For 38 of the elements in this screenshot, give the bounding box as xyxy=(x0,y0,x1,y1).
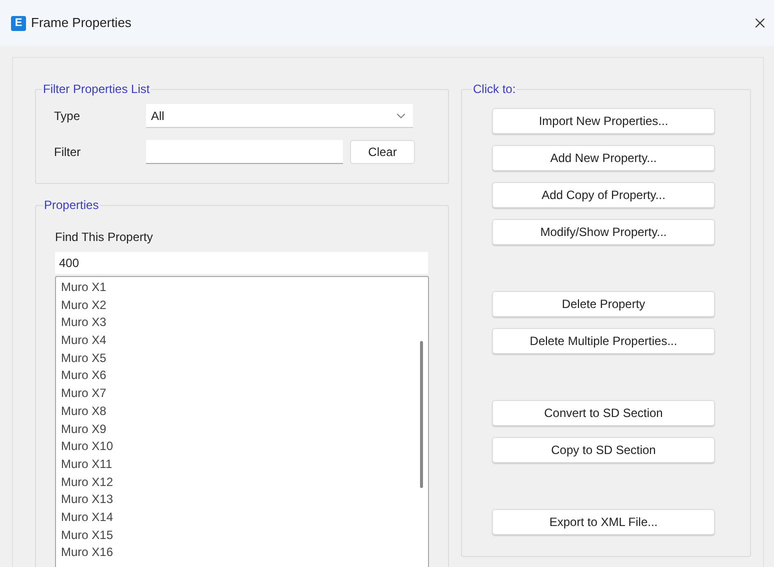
scrollbar-thumb[interactable] xyxy=(420,341,422,488)
clear-button[interactable]: Clear xyxy=(350,140,415,164)
find-label: Find This Property xyxy=(55,229,154,246)
list-item[interactable]: Muro X3 xyxy=(61,314,414,332)
list-item[interactable]: Muro X15 xyxy=(61,526,414,544)
action-button[interactable]: Delete Multiple Properties... xyxy=(492,328,715,354)
group-title: Click to: xyxy=(472,81,517,98)
list-item[interactable]: Muro X1 xyxy=(61,279,414,297)
list-item[interactable]: Muro X13 xyxy=(61,491,414,509)
find-field[interactable]: 400 xyxy=(55,252,428,274)
list-item[interactable]: Muro X11 xyxy=(61,456,414,474)
action-button[interactable]: Convert to SD Section xyxy=(492,400,715,426)
action-button[interactable]: Add New Property... xyxy=(492,145,715,171)
action-button[interactable]: Modify/Show Property... xyxy=(492,219,715,245)
list-item[interactable]: Muro X7 xyxy=(61,385,414,403)
list-item[interactable]: Muro X2 xyxy=(61,296,414,314)
action-button[interactable]: Export to XML File... xyxy=(492,509,715,535)
list-item[interactable]: Muro X10 xyxy=(61,438,414,456)
list-item[interactable]: Muro X9 xyxy=(61,420,414,438)
list-item[interactable]: Muro X6 xyxy=(61,367,414,386)
app-logo: E xyxy=(11,16,26,30)
action-button[interactable]: Delete Property xyxy=(492,291,715,317)
action-button[interactable]: Import New Properties... xyxy=(492,108,715,134)
list-item[interactable]: Muro X5 xyxy=(61,350,414,368)
type-label: Type xyxy=(54,108,82,125)
type-dropdown[interactable]: All xyxy=(146,104,413,128)
list-item[interactable]: Muro X16 xyxy=(61,544,414,562)
filter-label: Filter xyxy=(54,144,82,161)
list-item[interactable]: Muro X14 xyxy=(61,508,414,527)
action-button[interactable]: Add Copy of Property... xyxy=(492,182,715,208)
list-item[interactable]: Muro X4 xyxy=(61,332,414,350)
list-item[interactable]: Muro X8 xyxy=(61,402,414,420)
filter-field[interactable] xyxy=(146,140,343,164)
window-title: Frame Properties xyxy=(31,14,132,32)
action-button[interactable]: Copy to SD Section xyxy=(492,437,715,463)
list-item[interactable]: Muro X12 xyxy=(61,474,414,492)
group-title: Filter Properties List xyxy=(42,81,151,98)
group-title: Properties xyxy=(43,197,100,214)
